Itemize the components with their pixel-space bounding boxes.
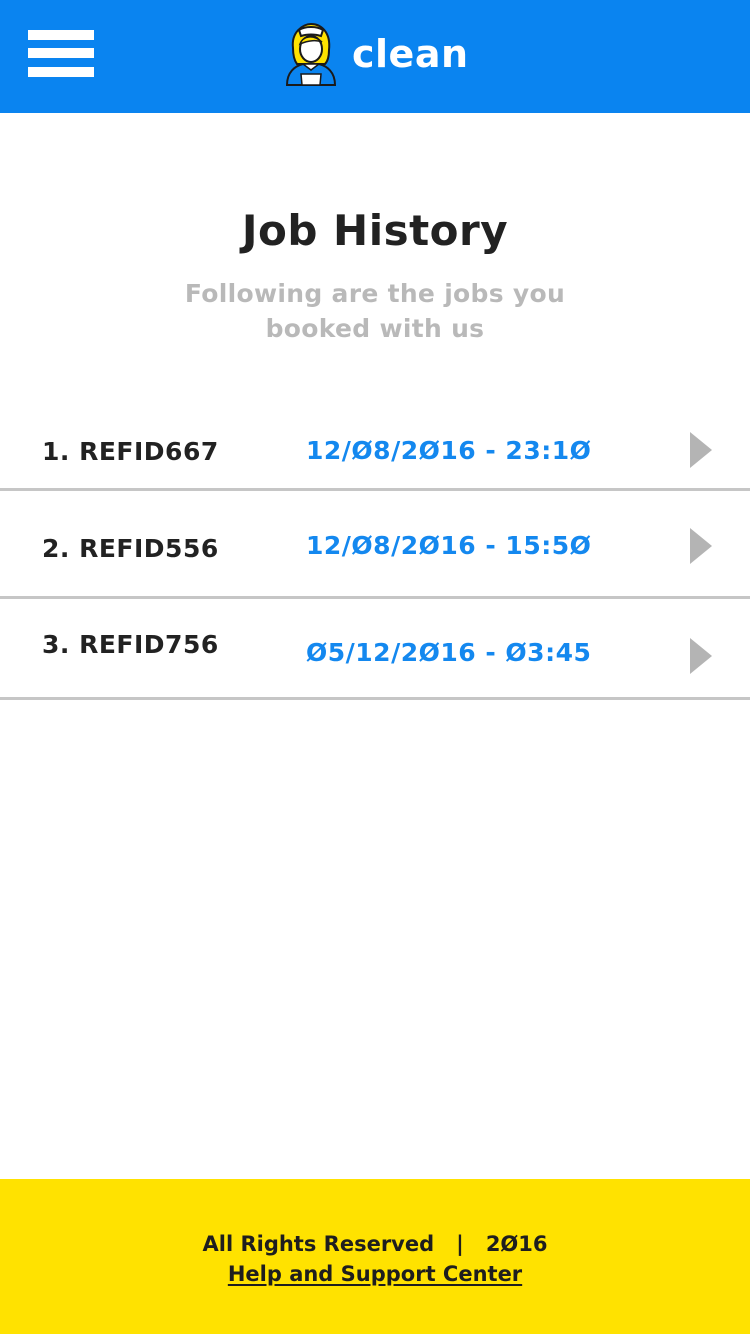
hamburger-menu-icon[interactable] — [28, 30, 94, 78]
job-row[interactable]: 2. REFID556 12/Ø8/2Ø16 - 15:5Ø — [0, 491, 750, 599]
app-name: clean — [352, 32, 469, 76]
app-header: clean — [0, 0, 750, 113]
app-screen: clean Job History Following are the jobs… — [0, 0, 750, 1334]
job-reference: 3. REFID756 — [42, 630, 219, 659]
footer-year: 2Ø16 — [485, 1232, 548, 1256]
job-datetime: 12/Ø8/2Ø16 - 23:1Ø — [306, 436, 592, 465]
app-logo[interactable]: clean — [283, 22, 469, 86]
menu-bar — [28, 67, 94, 77]
page-title: Job History — [241, 206, 509, 255]
help-support-link[interactable]: Help and Support Center — [0, 1262, 750, 1286]
job-row[interactable]: 3. REFID756 Ø5/12/2Ø16 - Ø3:45 — [0, 599, 750, 700]
footer-separator: | — [456, 1232, 464, 1256]
chevron-right-icon[interactable] — [690, 528, 712, 564]
footer-rights-text: All Rights Reserved — [202, 1232, 435, 1256]
menu-bar — [28, 30, 94, 40]
page-subtitle: Following are the jobs you booked with u… — [184, 279, 566, 343]
app-footer: All Rights Reserved | 2Ø16 Help and Suppor… — [0, 1179, 750, 1334]
chevron-right-icon[interactable] — [690, 432, 712, 468]
job-datetime: 12/Ø8/2Ø16 - 15:5Ø — [306, 531, 592, 560]
chevron-right-icon[interactable] — [690, 638, 712, 674]
job-reference: 1. REFID667 — [42, 437, 219, 466]
footer-copyright: All Rights Reserved | 2Ø16 — [0, 1232, 750, 1256]
menu-bar — [28, 48, 94, 58]
maid-mascot-icon — [285, 22, 337, 86]
job-datetime: Ø5/12/2Ø16 - Ø3:45 — [306, 638, 592, 667]
job-reference: 2. REFID556 — [42, 534, 219, 563]
job-list: 1. REFID667 12/Ø8/2Ø16 - 23:1Ø 2. REFID5… — [0, 395, 750, 700]
help-support-link-text[interactable]: Help and Support Center — [228, 1262, 522, 1286]
job-row[interactable]: 1. REFID667 12/Ø8/2Ø16 - 23:1Ø — [0, 395, 750, 491]
